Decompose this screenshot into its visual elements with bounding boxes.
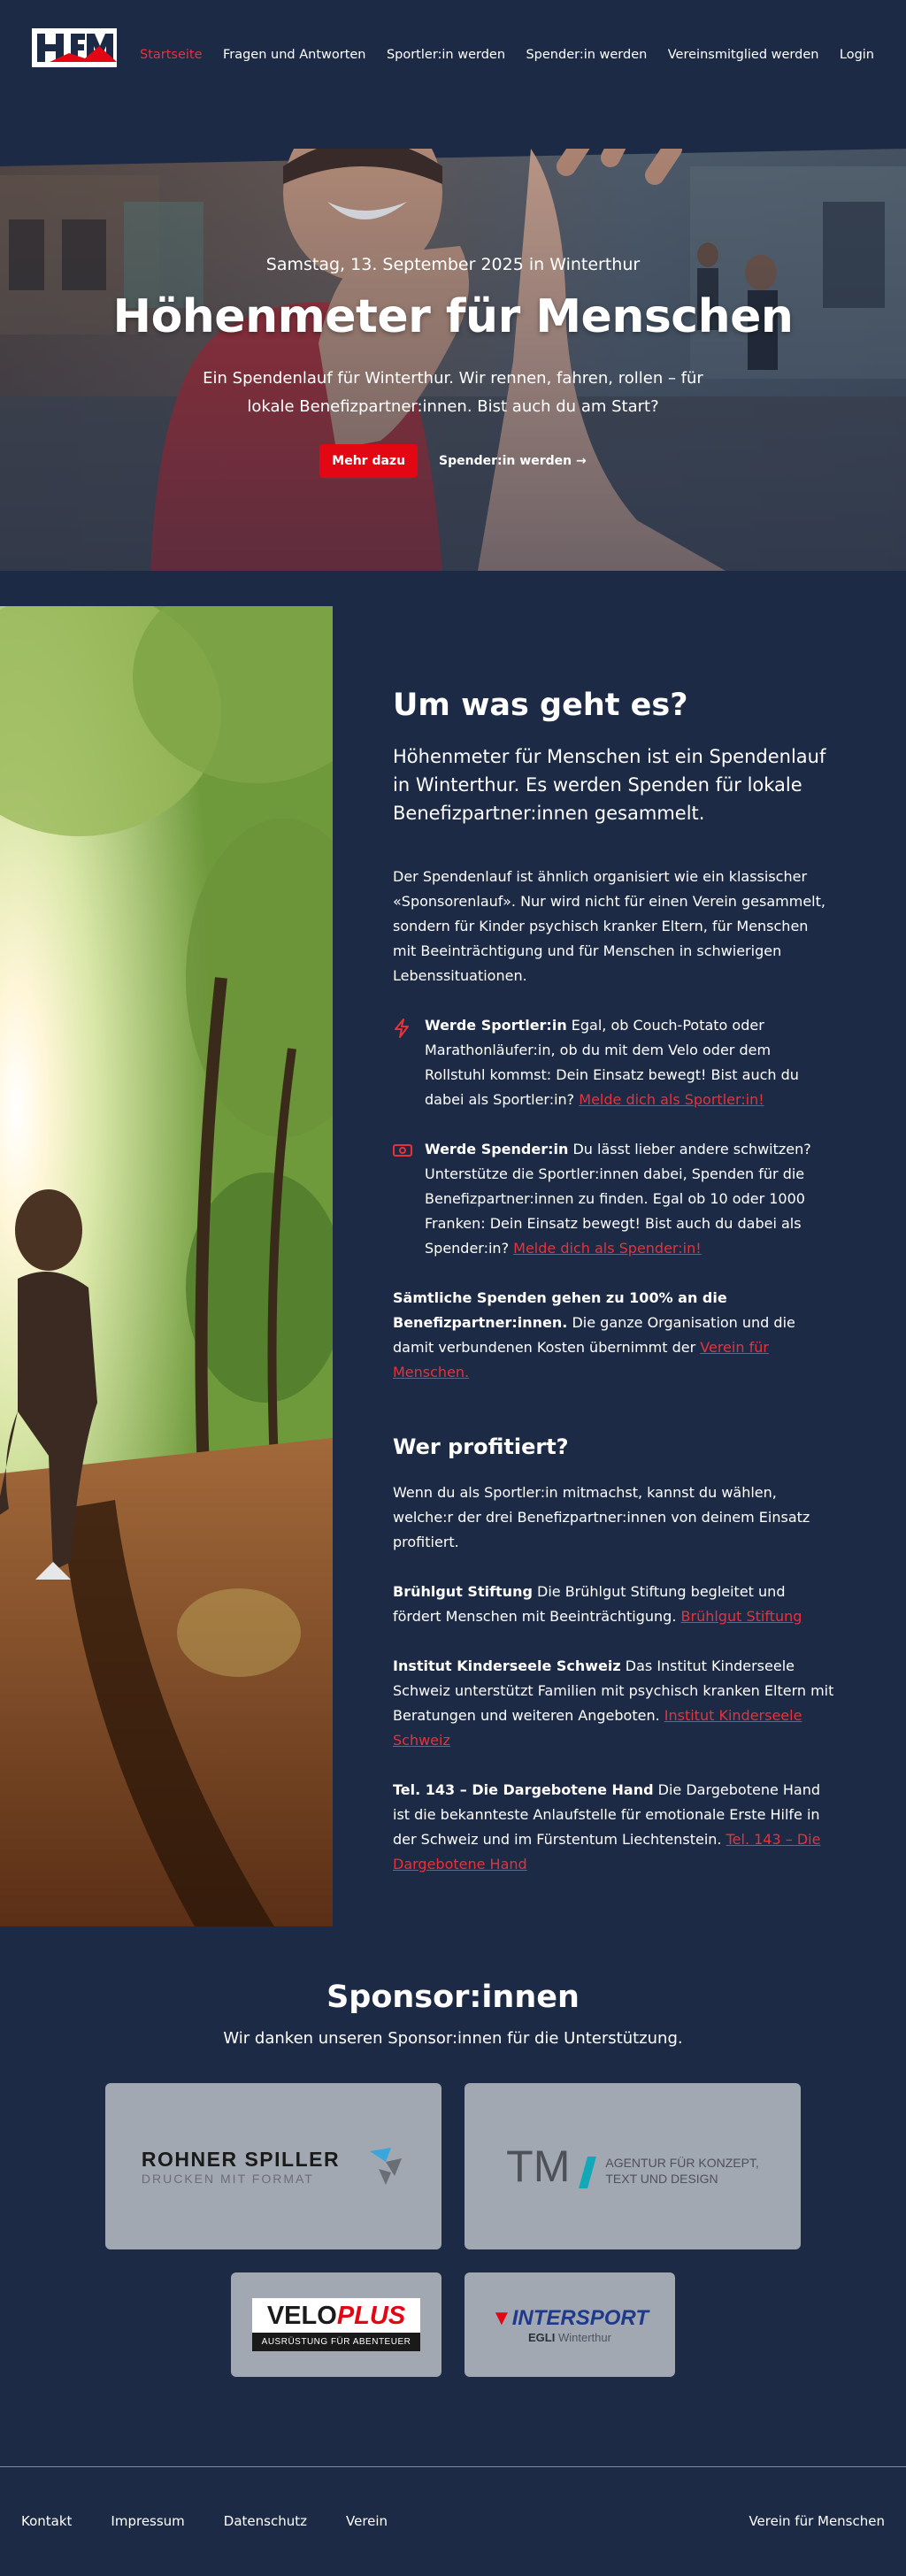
beneficiary-item: Tel. 143 – Die Dargebotene Hand Die Darg…: [393, 1778, 835, 1877]
tm-line2: TEXT UND DESIGN: [605, 2172, 718, 2186]
rohner-tagline: DRUCKEN MIT FORMAT: [141, 2171, 314, 2186]
feature-spender: Werde Spender:in Du lässt lieber andere …: [393, 1137, 835, 1261]
sponsor-intersport[interactable]: ▼INTERSPORT EGLI Winterthur: [465, 2272, 675, 2377]
nav-vereinsmitglied[interactable]: Vereinsmitglied werden: [668, 48, 819, 62]
tm-logo: TM AGENTUR FÜR KONZEPT, TEXT UND DESIGN: [506, 2144, 759, 2188]
nav-sportler[interactable]: Sportler:in werden: [387, 48, 505, 62]
footer-links: Kontakt Impressum Datenschutz Verein: [21, 2513, 388, 2529]
beneficiaries-title: Wer profitiert?: [393, 1434, 569, 1459]
footer-verein-fuer-menschen[interactable]: Verein für Menschen: [749, 2513, 885, 2529]
veloplus-logo: VELOPLUS AUSRÜSTUNG FÜR ABENTEUER: [252, 2298, 420, 2351]
about-text: Der Spendenlauf ist ähnlich organisiert …: [393, 868, 825, 984]
tm-mark: TM: [506, 2142, 571, 2191]
nav-login[interactable]: Login: [840, 48, 874, 62]
about-lead: Höhenmeter für Menschen ist ein Spendenl…: [393, 746, 826, 824]
hero-content: Samstag, 13. September 2025 in Winterthu…: [0, 255, 906, 478]
intersport-mark-icon: ▼: [490, 2305, 512, 2330]
about-section: Um was geht es? Höhenmeter für Menschen …: [0, 606, 906, 1926]
veloplus-tagline: AUSRÜSTUNG FÜR ABENTEUER: [252, 2333, 420, 2351]
sponsor-rohner-spiller[interactable]: ROHNER SPILLER DRUCKEN MIT FORMAT: [105, 2083, 441, 2249]
site-header: Startseite Fragen und Antworten Sportler…: [0, 0, 906, 115]
runner-forest-image: [0, 606, 333, 1926]
sponsors-section: Sponsor:innen Wir danken unseren Sponsor…: [0, 1926, 906, 2466]
footer-datenschutz[interactable]: Datenschutz: [224, 2513, 307, 2529]
feature-sportler: Werde Sportler:in Egal, ob Couch-Potato …: [393, 1013, 835, 1112]
sponsor-veloplus[interactable]: VELOPLUS AUSRÜSTUNG FÜR ABENTEUER: [231, 2272, 441, 2377]
feature-spender-title: Werde Spender:in: [425, 1141, 569, 1157]
beneficiary-name: Tel. 143 – Die Dargebotene Hand: [393, 1781, 654, 1798]
hero-date: Samstag, 13. September 2025 in Winterthu…: [265, 255, 641, 274]
rohner-spiller-logo: ROHNER SPILLER DRUCKEN MIT FORMAT: [142, 2146, 405, 2187]
mehr-dazu-button[interactable]: Mehr dazu: [319, 444, 418, 478]
bolt-icon: [393, 1013, 414, 1112]
sponsor-row: VELOPLUS AUSRÜSTUNG FÜR ABENTEUER ▼INTER…: [0, 2272, 906, 2377]
beneficiary-item: Brühlgut Stiftung Die Brühlgut Stiftung …: [393, 1580, 835, 1629]
intersport-wordmark: ▼INTERSPORT: [491, 2306, 649, 2331]
feature-sportler-text: Werde Sportler:in Egal, ob Couch-Potato …: [425, 1013, 835, 1112]
hfm-logo[interactable]: [32, 27, 117, 69]
hero: Samstag, 13. September 2025 in Winterthu…: [0, 149, 906, 571]
sportler-signup-link[interactable]: Melde dich als Sportler:in!: [579, 1091, 764, 1108]
footer-impressum[interactable]: Impressum: [111, 2513, 184, 2529]
rohner-mark-icon: [370, 2148, 403, 2185]
hero-actions: Mehr dazu Spender:in werden →: [0, 444, 906, 478]
tm-slash-icon: [579, 2157, 597, 2188]
about-content: Um was geht es? Höhenmeter für Menschen …: [393, 688, 835, 1902]
beneficiary-name: Brühlgut Stiftung: [393, 1583, 533, 1600]
feature-sportler-title: Werde Sportler:in: [425, 1017, 567, 1034]
beneficiary-name: Institut Kinderseele Schweiz: [393, 1657, 621, 1674]
footer-kontakt[interactable]: Kontakt: [21, 2513, 72, 2529]
rohner-name: ROHNER SPILLER: [141, 2147, 341, 2171]
banknote-icon: [393, 1137, 414, 1261]
intersport-logo: ▼INTERSPORT EGLI Winterthur: [491, 2306, 649, 2344]
intersport-name: INTERSPORT: [511, 2305, 649, 2330]
intersport-sub2: Winterthur: [557, 2330, 611, 2344]
veloplus-wordmark: VELOPLUS: [252, 2298, 420, 2333]
hero-title: Höhenmeter für Menschen: [112, 290, 794, 343]
sponsor-tm[interactable]: TM AGENTUR FÜR KONZEPT, TEXT UND DESIGN: [465, 2083, 801, 2249]
nav-spender[interactable]: Spender:in werden: [526, 48, 647, 62]
donation-note: Sämtliche Spenden gehen zu 100% an die B…: [393, 1286, 835, 1385]
nav-startseite[interactable]: Startseite: [140, 48, 203, 62]
spender-signup-link[interactable]: Melde dich als Spender:in!: [513, 1240, 701, 1257]
tm-line1: AGENTUR FÜR KONZEPT,: [605, 2156, 759, 2170]
veloplus-plus: PLUS: [336, 2302, 406, 2330]
about-title: Um was geht es?: [393, 688, 688, 723]
bruehlgut-link[interactable]: Brühlgut Stiftung: [681, 1608, 802, 1625]
tm-text: AGENTUR FÜR KONZEPT, TEXT UND DESIGN: [605, 2155, 758, 2188]
feature-spender-text: Werde Spender:in Du lässt lieber andere …: [425, 1137, 835, 1261]
sponsor-row: ROHNER SPILLER DRUCKEN MIT FORMAT TM AGE…: [0, 2083, 906, 2249]
beneficiary-item: Institut Kinderseele Schweiz Das Institu…: [393, 1654, 835, 1753]
site-footer: Kontakt Impressum Datenschutz Verein Ver…: [0, 2466, 906, 2564]
intersport-sub: EGLI Winterthur: [491, 2331, 649, 2344]
beneficiaries-intro: Wenn du als Sportler:in mitmachst, kanns…: [393, 1484, 810, 1550]
sponsors-title: Sponsor:innen: [326, 1980, 580, 2015]
main-nav: Startseite Fragen und Antworten Sportler…: [140, 48, 874, 62]
spender-werden-link[interactable]: Spender:in werden →: [439, 454, 587, 468]
sponsors-subtitle: Wir danken unseren Sponsor:innen für die…: [223, 2029, 683, 2048]
footer-verein[interactable]: Verein: [346, 2513, 388, 2529]
veloplus-velo: VELO: [266, 2302, 337, 2330]
nav-fragen[interactable]: Fragen und Antworten: [223, 48, 366, 62]
hero-text: Ein Spendenlauf für Winterthur. Wir renn…: [203, 369, 703, 416]
intersport-sub1: EGLI: [528, 2330, 556, 2344]
